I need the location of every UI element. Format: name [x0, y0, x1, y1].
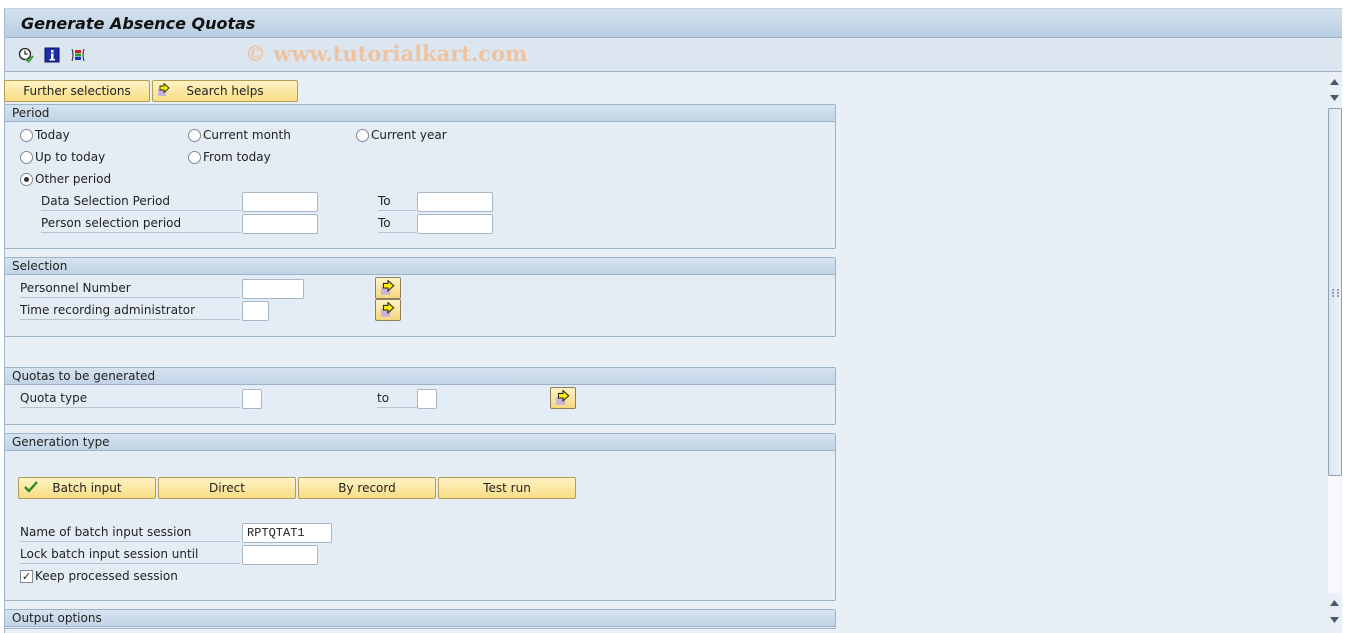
arrow-right-icon — [556, 390, 570, 405]
direct-label: Direct — [209, 481, 245, 495]
selection-group-title: Selection — [5, 258, 835, 275]
radio-label: From today — [203, 150, 271, 164]
search-helps-button[interactable]: Search helps — [152, 80, 298, 102]
scroll-up-icon — [1329, 79, 1339, 85]
scroll-up-button[interactable] — [1327, 74, 1341, 90]
data-selection-from-input[interactable] — [242, 192, 318, 212]
person-selection-period-label: Person selection period — [41, 213, 241, 233]
data-selection-period-label: Data Selection Period — [41, 191, 241, 211]
application-toolbar: © www.tutorialkart.com — [5, 38, 1342, 72]
arrow-right-icon — [157, 82, 171, 100]
output-options-group-title: Output options — [5, 610, 835, 627]
output-options-group: Output options — [4, 609, 836, 629]
data-selection-to-input[interactable] — [417, 192, 493, 212]
session-name-input[interactable]: RPTQTAT1 — [242, 523, 332, 543]
radio-other-period[interactable]: Other period — [20, 172, 111, 186]
by-record-button[interactable]: By record — [298, 477, 436, 499]
direct-button[interactable]: Direct — [158, 477, 296, 499]
arrow-right-icon — [381, 280, 395, 295]
lock-until-label: Lock batch input session until — [20, 544, 240, 564]
scroll-down-icon — [1329, 617, 1339, 623]
radio-current-month[interactable]: Current month — [188, 128, 291, 142]
grip-icon — [1332, 289, 1339, 297]
person-selection-to-label: To — [378, 213, 416, 233]
keep-session-option[interactable]: ✓ Keep processed session — [20, 569, 178, 583]
quota-type-from-input[interactable] — [242, 389, 262, 409]
title-bar: Generate Absence Quotas — [5, 8, 1342, 38]
vertical-scrollbar[interactable] — [1327, 72, 1343, 633]
quota-type-label: Quota type — [20, 388, 240, 408]
time-admin-label: Time recording administrator — [20, 300, 240, 320]
data-selection-to-label: To — [378, 191, 416, 211]
lock-until-input[interactable] — [242, 545, 318, 565]
search-helps-label: Search helps — [186, 84, 264, 98]
scroll-up-icon — [1329, 600, 1339, 606]
test-run-label: Test run — [483, 481, 531, 495]
quota-type-to-input[interactable] — [417, 389, 437, 409]
further-selections-label: Further selections — [23, 84, 131, 98]
batch-input-label: Batch input — [52, 481, 122, 495]
period-group: Period Today Current month Current year … — [4, 104, 836, 249]
radio-button[interactable] — [356, 128, 369, 142]
info-icon[interactable] — [43, 46, 61, 64]
selection-group: Selection Personnel Number Time recordin… — [4, 257, 836, 337]
checkmark-icon — [23, 480, 39, 497]
scroll-down-button[interactable] — [1327, 90, 1341, 106]
radio-label: Other period — [35, 172, 112, 186]
scroll-down-icon — [1329, 95, 1339, 101]
radio-today[interactable]: Today — [20, 128, 70, 142]
watermark: © www.tutorialkart.com — [245, 41, 528, 66]
radio-button[interactable] — [188, 128, 201, 142]
radio-label: Current month — [203, 128, 291, 142]
page-title: Generate Absence Quotas — [21, 13, 256, 33]
generation-type-group-title: Generation type — [5, 434, 835, 451]
personnel-number-input[interactable] — [242, 279, 304, 299]
further-selections-button[interactable]: Further selections — [4, 80, 150, 102]
radio-label: Current year — [371, 128, 447, 142]
test-run-button[interactable]: Test run — [438, 477, 576, 499]
scroll-thumb[interactable] — [1328, 108, 1342, 476]
batch-input-button[interactable]: Batch input — [18, 477, 156, 499]
selection-screen: Further selections Search helps Period T… — [4, 72, 1324, 629]
time-admin-input[interactable] — [242, 301, 269, 321]
radio-label: Up to today — [35, 150, 106, 164]
by-record-label: By record — [338, 481, 396, 495]
radio-button[interactable] — [188, 150, 201, 164]
personnel-number-label: Personnel Number — [20, 278, 240, 298]
radio-button[interactable] — [20, 128, 33, 142]
scroll-up-bottom-button[interactable] — [1327, 595, 1341, 611]
radio-label: Today — [35, 128, 70, 142]
arrow-right-icon — [381, 302, 395, 317]
quotas-group: Quotas to be generated Quota type to — [4, 367, 836, 425]
scroll-down-bottom-button[interactable] — [1327, 612, 1341, 628]
execute-clock-icon[interactable] — [17, 46, 35, 64]
radio-current-year[interactable]: Current year — [356, 128, 447, 142]
time-admin-multiple-selection-button[interactable] — [375, 299, 401, 321]
personnel-number-multiple-selection-button[interactable] — [375, 277, 401, 299]
top-button-bar: Further selections Search helps — [4, 80, 298, 102]
radio-button[interactable] — [20, 150, 33, 164]
quotas-group-title: Quotas to be generated — [5, 368, 835, 385]
quota-type-to-label: to — [377, 388, 417, 408]
keep-session-label: Keep processed session — [35, 569, 178, 583]
generation-type-group: Generation type Batch input Direct By re… — [4, 433, 836, 601]
generation-tabs: Batch input Direct By record Test run — [18, 477, 576, 499]
radio-button-selected[interactable] — [20, 172, 33, 186]
selection-options-icon[interactable] — [69, 46, 87, 64]
radio-up-to-today[interactable]: Up to today — [20, 150, 105, 164]
period-group-title: Period — [5, 105, 835, 122]
quota-type-multiple-selection-button[interactable] — [550, 387, 576, 409]
keep-session-checkbox[interactable]: ✓ — [20, 569, 33, 583]
radio-from-today[interactable]: From today — [188, 150, 271, 164]
person-selection-to-input[interactable] — [417, 214, 493, 234]
session-name-label: Name of batch input session — [20, 522, 240, 542]
person-selection-from-input[interactable] — [242, 214, 318, 234]
